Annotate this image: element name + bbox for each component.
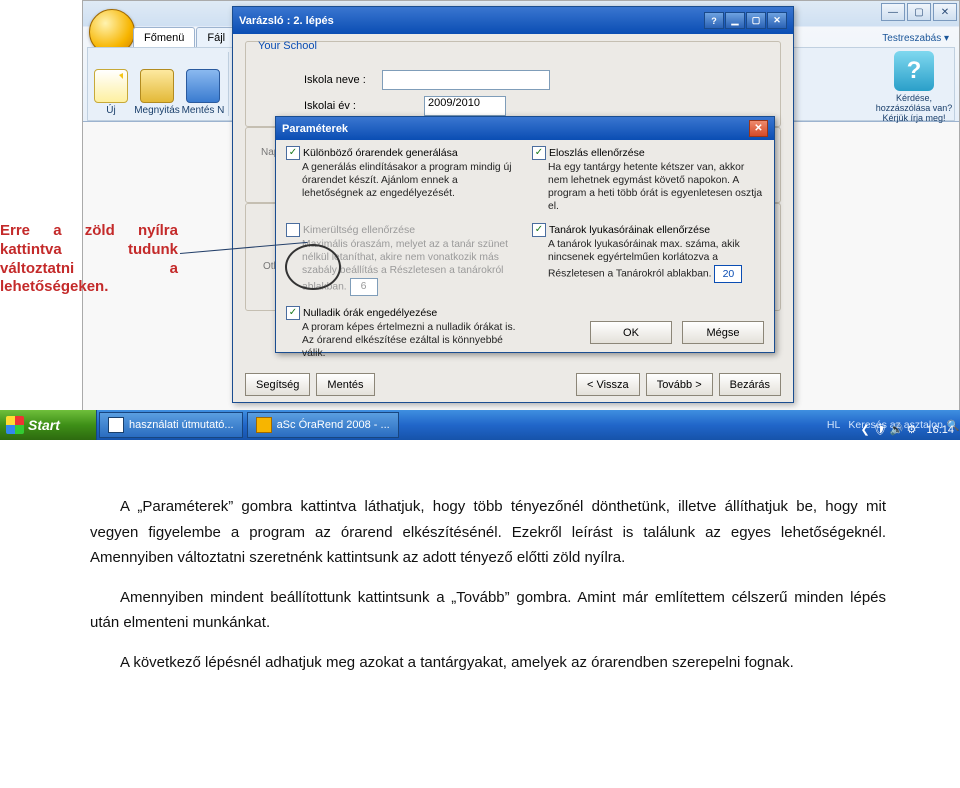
tab-label: Fájl bbox=[207, 32, 225, 44]
school-name-label: Iskola neve : bbox=[304, 74, 374, 86]
app-minimize[interactable]: — bbox=[881, 3, 905, 21]
doc-paragraph: Amennyiben mindent beállítottunk kattint… bbox=[90, 585, 886, 636]
wizard-close-button[interactable]: Bezárás bbox=[719, 373, 781, 396]
btn-label: Megnyitás bbox=[134, 105, 180, 116]
tab-fajl[interactable]: Fájl bbox=[196, 27, 236, 48]
param-desc: A tanárok lyukasóráinak max. száma, akik… bbox=[548, 239, 764, 283]
chk-label: Nulladik órák engedélyezése bbox=[303, 307, 437, 319]
doc-paragraph: A következő lépésnél adhatjuk meg azokat… bbox=[90, 650, 886, 676]
wizard-help-button[interactable]: Segítség bbox=[245, 373, 310, 396]
windows-flag-icon bbox=[6, 416, 24, 434]
wizard-minimize[interactable]: ▁ bbox=[725, 12, 745, 29]
btn-label: Mentés N bbox=[182, 105, 225, 116]
app-maximize[interactable]: ▢ bbox=[907, 3, 931, 21]
chk-eloszlas[interactable]: ✓ bbox=[532, 146, 546, 160]
wizard-next-button[interactable]: Tovább > bbox=[646, 373, 713, 396]
param-desc: A proram képes értelmezni a nulladik órá… bbox=[302, 322, 518, 361]
max-hours-input[interactable]: 6 bbox=[350, 278, 378, 296]
gap-hours-input[interactable]: 20 bbox=[714, 265, 742, 283]
open-button[interactable]: Megnyitás bbox=[134, 48, 180, 118]
wizard-save-button[interactable]: Mentés bbox=[316, 373, 374, 396]
doc-icon bbox=[108, 417, 124, 433]
chk-label: Különböző órarendek generálása bbox=[303, 147, 458, 159]
wizard-back-button[interactable]: < Vissza bbox=[576, 373, 640, 396]
param-desc: Maximális óraszám, melyet az a tanár szü… bbox=[302, 239, 518, 296]
tab-fomenu[interactable]: Főmenü bbox=[133, 27, 195, 48]
param-desc: Ha egy tantárgy hetente kétszer van, akk… bbox=[548, 162, 764, 213]
tab-label: Főmenü bbox=[144, 32, 184, 44]
floppy-icon bbox=[186, 69, 220, 103]
chk-kimerult[interactable] bbox=[286, 223, 300, 237]
save-button[interactable]: Mentés N bbox=[180, 48, 226, 118]
screenshot-region: Főmenü Fájl Testreszabás ▾ Új Megnyitás bbox=[0, 0, 960, 440]
asc-icon bbox=[256, 417, 272, 433]
school-year-label: Iskolai év : bbox=[304, 100, 374, 112]
param-ok-button[interactable]: OK bbox=[590, 321, 672, 344]
annotation-text: Erre a zöld nyílra kattintva tudunk vált… bbox=[0, 222, 178, 297]
document-text: A „Paraméterek” gombra kattintva láthatj… bbox=[90, 494, 886, 675]
chk-nulladik[interactable]: ✓ bbox=[286, 306, 300, 320]
task-item-1[interactable]: használati útmutató... bbox=[99, 412, 243, 438]
chk-label: Eloszlás ellenőrzése bbox=[549, 147, 645, 159]
ribbon-separator bbox=[228, 52, 229, 116]
wizard-close[interactable]: ✕ bbox=[767, 12, 787, 29]
chk-tanarok[interactable]: ✓ bbox=[532, 223, 546, 237]
new-button[interactable]: Új bbox=[88, 48, 134, 118]
chk-label: Kimerültség ellenőrzése bbox=[303, 224, 415, 236]
new-doc-icon bbox=[94, 69, 128, 103]
wizard-maximize[interactable]: ▢ bbox=[746, 12, 766, 29]
school-year-input[interactable]: 2009/2010 bbox=[424, 96, 506, 116]
tray-icons[interactable]: ❮ 🛡 🔊 ⚙ bbox=[861, 423, 917, 436]
help-panel[interactable]: ? Kérdése, hozzászólása van? Kérjük írja… bbox=[875, 51, 953, 123]
app-close[interactable]: ✕ bbox=[933, 3, 957, 21]
task-item-2[interactable]: aSc ÓraRend 2008 - ... bbox=[247, 412, 399, 438]
wizard-titlebar[interactable]: Varázsló : 2. lépés ? ▁ ▢ ✕ bbox=[233, 7, 793, 34]
clock: 16:14 bbox=[926, 424, 954, 436]
windows-taskbar: Start használati útmutató... aSc ÓraRend… bbox=[0, 410, 960, 440]
folder-open-icon bbox=[140, 69, 174, 103]
param-cancel-button[interactable]: Mégse bbox=[682, 321, 764, 344]
param-title-text: Paraméterek bbox=[282, 123, 348, 135]
system-tray[interactable]: ❮ 🛡 🔊 ⚙ 16:14 bbox=[861, 423, 954, 436]
task-label: használati útmutató... bbox=[129, 419, 234, 431]
task-label: aSc ÓraRend 2008 - ... bbox=[277, 419, 390, 431]
doc-paragraph: A „Paraméterek” gombra kattintva láthatj… bbox=[90, 494, 886, 571]
chk-kulonbozo[interactable]: ✓ bbox=[286, 146, 300, 160]
school-name-input[interactable] bbox=[382, 70, 550, 90]
param-close-icon[interactable]: ✕ bbox=[749, 120, 768, 137]
wizard-title-text: Varázsló : 2. lépés bbox=[239, 15, 334, 27]
wizard-help-icon[interactable]: ? bbox=[704, 12, 724, 29]
lang-indicator[interactable]: HL bbox=[827, 419, 840, 431]
param-titlebar[interactable]: Paraméterek ✕ bbox=[276, 117, 774, 140]
testreszabas-link[interactable]: Testreszabás ▾ bbox=[882, 33, 949, 44]
parameters-dialog: Paraméterek ✕ ✓Különböző órarendek gener… bbox=[275, 116, 775, 353]
help-icon: ? bbox=[894, 51, 934, 91]
start-label: Start bbox=[28, 417, 60, 433]
start-button[interactable]: Start bbox=[0, 410, 97, 440]
param-desc: A generálás elindításakor a program mind… bbox=[302, 162, 518, 201]
help-text: Kérdése, hozzászólása van? Kérjük írja m… bbox=[875, 93, 953, 123]
chk-label: Tanárok lyukasóráinak ellenőrzése bbox=[549, 224, 710, 236]
btn-label: Új bbox=[106, 105, 115, 116]
